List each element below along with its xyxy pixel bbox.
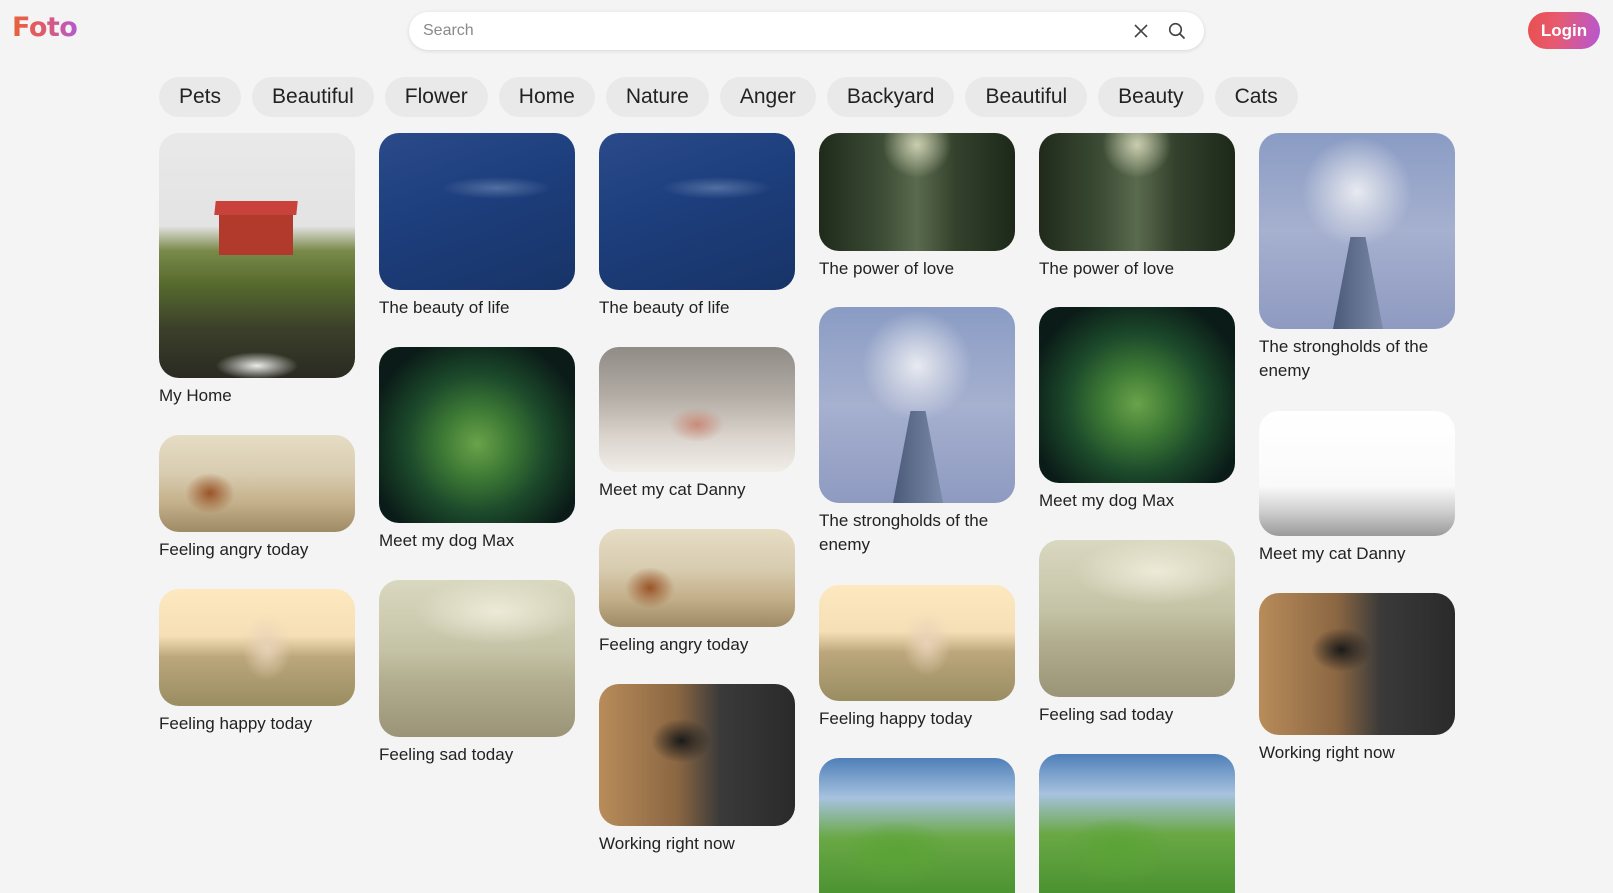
roof-shape [214,201,298,215]
photo-card[interactable] [819,758,1015,893]
photo-image[interactable] [599,133,795,290]
photo-card[interactable]: Feeling angry today [159,435,355,562]
grid-column: The power of love The strongholds of the… [819,133,1015,893]
photo-card[interactable]: Meet my dog Max [1039,307,1235,513]
chip-beautiful-2[interactable]: Beautiful [965,77,1088,117]
photo-caption: The beauty of life [379,298,510,317]
photo-caption: Feeling angry today [159,540,309,559]
chip-cats[interactable]: Cats [1214,77,1298,117]
grid-column: The beauty of life Meet my cat Danny Fee… [599,133,795,856]
photo-card[interactable]: Meet my cat Danny [599,347,795,502]
photo-card[interactable]: The strongholds of the enemy [819,307,1015,557]
photo-card[interactable]: Feeling sad today [379,580,575,767]
photo-card[interactable]: Feeling sad today [1039,540,1235,727]
photo-caption: My Home [159,386,232,405]
photo-card[interactable]: Working right now [1259,593,1455,765]
photo-caption: The power of love [1039,259,1175,278]
search-icon[interactable] [1168,22,1186,40]
chip-beauty[interactable]: Beauty [1098,77,1204,117]
chip-pets[interactable]: Pets [159,77,242,117]
photo-caption: Working right now [1259,743,1395,762]
category-chips: Pets Beautiful Flower Home Nature Anger … [159,77,1298,117]
house-shape [219,209,293,255]
grid-column: The strongholds of the enemy Meet my cat… [1259,133,1455,765]
search-bar [409,12,1204,50]
chip-anger[interactable]: Anger [719,77,816,117]
photo-caption: Feeling angry today [599,635,749,654]
photo-caption: The strongholds of the enemy [1259,337,1429,380]
search-input[interactable] [409,12,1132,50]
photo-card[interactable]: My Home [159,133,355,408]
photo-image[interactable] [819,585,1015,701]
photo-image[interactable] [379,347,575,523]
chip-beautiful[interactable]: Beautiful [252,77,374,117]
photo-caption: Feeling sad today [379,745,514,764]
photo-caption: The beauty of life [599,298,730,317]
photo-card[interactable] [1039,754,1235,893]
photo-image[interactable] [819,758,1015,893]
grid-column: My Home Feeling angry today Feeling happ… [159,133,355,736]
photo-caption: Feeling happy today [819,709,973,728]
photo-image[interactable] [1039,307,1235,483]
photo-image[interactable] [599,347,795,472]
photo-card[interactable]: Meet my cat Danny [1259,411,1455,566]
photo-image[interactable] [159,589,355,706]
grid-column: The beauty of life Meet my dog Max Feeli… [379,133,575,767]
tower-shape [1333,237,1383,329]
photo-card[interactable]: Meet my dog Max [379,347,575,553]
photo-card[interactable]: Feeling angry today [599,529,795,657]
photo-caption: Feeling sad today [1039,705,1174,724]
photo-card[interactable]: The power of love [819,133,1015,281]
photo-image[interactable] [1039,754,1235,893]
photo-image[interactable] [1039,540,1235,697]
photo-image[interactable] [159,435,355,532]
photo-card[interactable]: The beauty of life [599,133,795,320]
photo-caption: The power of love [819,259,955,278]
chip-flower[interactable]: Flower [384,77,488,117]
photo-image[interactable] [599,529,795,627]
photo-card[interactable]: The strongholds of the enemy [1259,133,1455,383]
photo-image[interactable] [379,133,575,290]
grid-column: The power of love Meet my dog Max Feelin… [1039,133,1235,893]
photo-caption: Meet my dog Max [379,531,515,550]
photo-caption: Feeling happy today [159,714,313,733]
photo-card[interactable]: Feeling happy today [819,585,1015,731]
photo-image[interactable] [1259,133,1455,329]
chip-backyard[interactable]: Backyard [826,77,955,117]
tower-shape [893,411,943,503]
photo-image[interactable] [1039,133,1235,251]
photo-caption: Meet my cat Danny [599,480,746,499]
photo-image[interactable] [1259,593,1455,735]
photo-card[interactable]: The beauty of life [379,133,575,320]
photo-card[interactable]: The power of love [1039,133,1235,281]
chip-nature[interactable]: Nature [605,77,709,117]
app-logo[interactable]: Foto [12,12,78,43]
photo-caption: Meet my cat Danny [1259,544,1406,563]
photo-card[interactable]: Feeling happy today [159,589,355,736]
photo-image[interactable] [819,133,1015,251]
photo-caption: Meet my dog Max [1039,491,1175,510]
photo-caption: The strongholds of the enemy [819,511,989,554]
photo-card[interactable]: Working right now [599,684,795,856]
photo-image[interactable] [599,684,795,826]
photo-image[interactable] [159,133,355,378]
photo-image[interactable] [819,307,1015,503]
photo-image[interactable] [379,580,575,737]
close-icon[interactable] [1132,22,1150,40]
photo-image[interactable] [1259,411,1455,536]
login-button[interactable]: Login [1528,12,1600,49]
photo-caption: Working right now [599,834,735,853]
chip-home[interactable]: Home [498,77,595,117]
